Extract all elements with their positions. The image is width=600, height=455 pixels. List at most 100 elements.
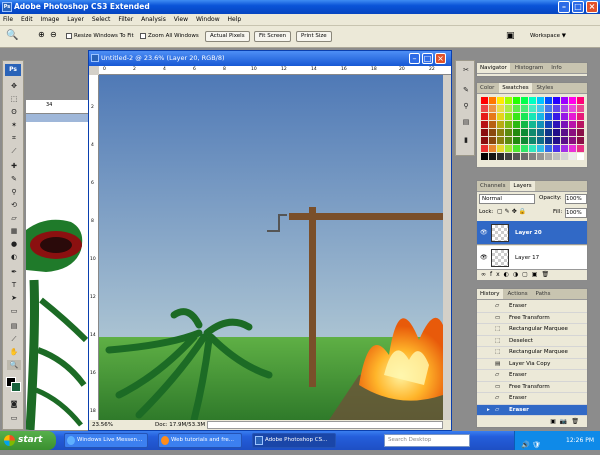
swatch[interactable] bbox=[553, 145, 560, 152]
swatch[interactable] bbox=[545, 121, 552, 128]
swatch[interactable] bbox=[521, 105, 528, 112]
tab-actions[interactable]: Actions bbox=[505, 289, 531, 299]
history-footer-icons[interactable]: ▣📷🗑 bbox=[477, 417, 587, 427]
history-item[interactable]: ⬚ Rectangular Marquee bbox=[477, 347, 587, 359]
swatch[interactable] bbox=[537, 153, 544, 160]
swatch[interactable] bbox=[505, 121, 512, 128]
swatch[interactable] bbox=[521, 113, 528, 120]
tab-swatches[interactable]: Swatches bbox=[499, 83, 532, 93]
swatch[interactable] bbox=[569, 113, 576, 120]
swatch[interactable] bbox=[561, 145, 568, 152]
menu-layer[interactable]: Layer bbox=[64, 14, 87, 26]
history-item[interactable]: ▭ Free Transform bbox=[477, 313, 587, 324]
screen-mode-icon[interactable]: ▭ bbox=[7, 413, 21, 423]
swatch[interactable] bbox=[481, 137, 488, 144]
swatch[interactable] bbox=[553, 153, 560, 160]
swatch[interactable] bbox=[521, 121, 528, 128]
swatch[interactable] bbox=[529, 113, 536, 120]
swatch[interactable] bbox=[497, 137, 504, 144]
menu-filter[interactable]: Filter bbox=[115, 14, 136, 26]
shape-tool-icon[interactable]: ▭ bbox=[7, 306, 21, 316]
swatch[interactable] bbox=[505, 113, 512, 120]
quick-mask-icon[interactable]: ◙ bbox=[7, 399, 21, 409]
swatch[interactable] bbox=[529, 153, 536, 160]
swatch[interactable] bbox=[521, 137, 528, 144]
clone-source-dock-icon[interactable]: ⚲ bbox=[459, 101, 473, 111]
swatch[interactable] bbox=[505, 137, 512, 144]
swatch[interactable] bbox=[577, 113, 584, 120]
swatch[interactable] bbox=[537, 105, 544, 112]
swatch[interactable] bbox=[521, 129, 528, 136]
swatch[interactable] bbox=[561, 129, 568, 136]
print-size-button[interactable]: Print Size bbox=[296, 31, 332, 42]
minimize-button[interactable]: – bbox=[558, 1, 570, 13]
swatch[interactable] bbox=[553, 113, 560, 120]
tab-info[interactable]: Info bbox=[548, 63, 564, 73]
move-tool-icon[interactable]: ✥ bbox=[7, 81, 21, 91]
history-item[interactable]: ⬚ Deselect bbox=[477, 336, 587, 347]
swatch[interactable] bbox=[481, 113, 488, 120]
history-item[interactable]: ▱ Eraser bbox=[477, 370, 587, 382]
doc-maximize-button[interactable]: □ bbox=[422, 53, 433, 64]
swatch[interactable] bbox=[489, 121, 496, 128]
swatch[interactable] bbox=[505, 145, 512, 152]
swatch[interactable] bbox=[481, 129, 488, 136]
swatch[interactable] bbox=[569, 145, 576, 152]
tray-icons[interactable]: 🔊 🛡 bbox=[521, 436, 541, 455]
tab-layers[interactable]: Layers bbox=[510, 181, 535, 191]
tab-history[interactable]: History bbox=[477, 289, 503, 299]
swatch[interactable] bbox=[529, 97, 536, 104]
history-item[interactable]: ▤ Layer Via Copy bbox=[477, 359, 587, 370]
info-dock-icon[interactable]: ▮ bbox=[459, 135, 473, 145]
swatch[interactable] bbox=[577, 129, 584, 136]
swatch[interactable] bbox=[489, 129, 496, 136]
swatch[interactable] bbox=[561, 153, 568, 160]
swatch[interactable] bbox=[569, 153, 576, 160]
tab-histogram[interactable]: Histogram bbox=[512, 63, 547, 73]
swatch[interactable] bbox=[553, 121, 560, 128]
swatch[interactable] bbox=[529, 129, 536, 136]
blur-tool-icon[interactable]: ● bbox=[7, 239, 21, 249]
swatch-grid[interactable] bbox=[481, 97, 585, 163]
layer-row-17[interactable]: 👁 Layer 17 bbox=[477, 246, 587, 270]
swatch[interactable] bbox=[489, 105, 496, 112]
zoom-in-icon[interactable]: ⊕ bbox=[38, 30, 45, 39]
history-item[interactable]: ▭ Free Transform bbox=[477, 382, 587, 393]
swatch[interactable] bbox=[497, 113, 504, 120]
swatch[interactable] bbox=[561, 105, 568, 112]
gradient-tool-icon[interactable]: ▦ bbox=[7, 226, 21, 236]
swatch[interactable] bbox=[497, 105, 504, 112]
swatch[interactable] bbox=[569, 97, 576, 104]
swatch[interactable] bbox=[521, 97, 528, 104]
doc-close-button[interactable]: × bbox=[435, 53, 446, 64]
history-item[interactable]: ▱ Eraser bbox=[477, 393, 587, 405]
swatch[interactable] bbox=[545, 129, 552, 136]
swatch[interactable] bbox=[513, 105, 520, 112]
desktop-search-input[interactable]: Search Desktop bbox=[384, 434, 470, 447]
pen-tool-icon[interactable]: ✒ bbox=[7, 267, 21, 277]
swatch[interactable] bbox=[497, 129, 504, 136]
swatch[interactable] bbox=[505, 105, 512, 112]
eyedropper-icon[interactable]: ⟋ bbox=[7, 146, 21, 156]
menu-file[interactable]: File bbox=[0, 14, 16, 26]
blend-mode-select[interactable]: Normal bbox=[479, 194, 535, 204]
swatch[interactable] bbox=[481, 105, 488, 112]
character-dock-icon[interactable]: ▤ bbox=[459, 117, 473, 127]
zoom-readout[interactable]: 23.56% bbox=[92, 420, 113, 430]
swatch[interactable] bbox=[513, 129, 520, 136]
crop-tool-icon[interactable]: ⌗ bbox=[7, 133, 21, 143]
tab-paths[interactable]: Paths bbox=[533, 289, 554, 299]
healing-brush-icon[interactable]: ✚ bbox=[7, 161, 21, 171]
swatch[interactable] bbox=[545, 145, 552, 152]
brush-tool-icon[interactable]: ✎ bbox=[7, 174, 21, 184]
type-tool-icon[interactable]: T bbox=[7, 280, 21, 290]
eraser-tool-icon[interactable]: ▱ bbox=[7, 213, 21, 223]
swatch[interactable] bbox=[497, 145, 504, 152]
swatch[interactable] bbox=[513, 137, 520, 144]
swatch[interactable] bbox=[529, 137, 536, 144]
swatch[interactable] bbox=[577, 105, 584, 112]
fill-input[interactable]: 100% bbox=[565, 208, 587, 218]
swatch[interactable] bbox=[513, 121, 520, 128]
swatch[interactable] bbox=[521, 153, 528, 160]
fit-screen-button[interactable]: Fit Screen bbox=[254, 31, 292, 42]
